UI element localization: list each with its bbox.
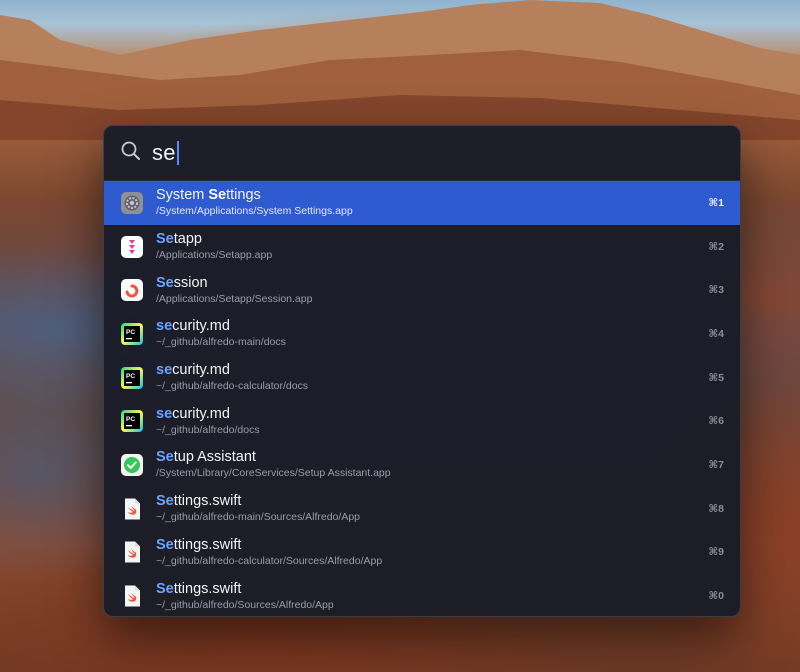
result-title-match: Se (208, 187, 227, 204)
result-path: ~/_github/alfredo-main/docs (156, 336, 286, 349)
swift-file-icon (120, 540, 144, 564)
svg-text:PC: PC (126, 329, 135, 336)
result-shortcut: ⌘0 (708, 590, 724, 603)
result-path: ~/_github/alfredo-calculator/Sources/Alf… (156, 554, 383, 567)
result-title: Settings.swift (156, 493, 360, 510)
result-title: System Settings (156, 187, 353, 204)
search-icon (120, 140, 152, 167)
result-title-rest: tapp (173, 231, 202, 248)
pycharm-icon: PC (120, 322, 144, 346)
result-title: Session (156, 275, 312, 292)
result-path: /System/Applications/System Settings.app (156, 205, 353, 218)
result-title: Settings.swift (156, 581, 334, 598)
result-row[interactable]: Settings.swift ~/_github/alfredo-calculat… (104, 531, 740, 575)
result-title-match: Se (156, 493, 174, 510)
result-title: Setapp (156, 231, 272, 248)
result-shortcut: ⌘8 (708, 502, 724, 515)
swift-file-icon (120, 497, 144, 521)
result-row[interactable]: Settings.swift ~/_github/alfredo-main/Sou… (104, 487, 740, 531)
text-caret (176, 141, 179, 165)
result-shortcut: ⌘2 (708, 240, 724, 253)
result-title-rest: ttings.swift (173, 580, 242, 597)
result-shortcut: ⌘6 (708, 415, 724, 428)
session-icon (120, 278, 144, 302)
svg-text:PC: PC (126, 416, 135, 423)
result-shortcut: ⌘9 (708, 546, 724, 559)
result-title-match: se (156, 362, 173, 379)
setup-assistant-icon (120, 453, 144, 477)
result-row[interactable]: PC security.md ~/_github/alfredo/docs ⌘6 (104, 399, 740, 443)
result-text: Setup Assistant/System/Library/CoreServi… (156, 449, 391, 480)
result-text: Setapp/Applications/Setapp.app (156, 231, 272, 262)
result-path: /Applications/Setapp.app (156, 249, 273, 262)
result-title-prefix: System (156, 187, 209, 204)
result-title-rest: ssion (173, 274, 208, 291)
result-title-match: se (156, 318, 173, 335)
result-row[interactable]: Setapp/Applications/Setapp.app ⌘2 (104, 225, 740, 269)
result-text: security.md ~/_github/alfredo-main/docs (156, 318, 286, 349)
result-row[interactable]: Session/Applications/Setapp/Session.app ⌘… (104, 268, 740, 312)
result-row[interactable]: Settings.swift ~/_github/alfredo/Sources/… (104, 574, 740, 616)
result-title-rest: curity.md (172, 405, 230, 422)
result-row[interactable]: System Settings/System/Applications/Syst… (104, 181, 740, 225)
result-path: ~/_github/alfredo/docs (156, 423, 260, 436)
result-title-rest: ttings.swift (173, 493, 242, 510)
result-shortcut: ⌘5 (708, 371, 724, 384)
result-title-match: Se (156, 274, 174, 291)
result-title: security.md (156, 406, 260, 423)
swift-file-icon (120, 584, 144, 608)
result-title-rest: ttings.swift (173, 536, 242, 553)
result-path: /System/Library/CoreServices/Setup Assis… (156, 467, 391, 480)
result-text: security.md ~/_github/alfredo-calculator/… (156, 362, 308, 393)
system-settings-icon (120, 191, 144, 215)
search-bar[interactable]: se (104, 126, 740, 181)
result-title-match: Se (156, 580, 174, 597)
result-title-match: Se (156, 231, 174, 248)
result-text: Session/Applications/Setapp/Session.app (156, 275, 312, 306)
search-input[interactable]: se (152, 140, 179, 166)
result-title-rest: curity.md (172, 362, 230, 379)
result-text: Settings.swift ~/_github/alfredo-calculat… (156, 537, 382, 568)
result-text: System Settings/System/Applications/Syst… (156, 187, 353, 218)
result-title-rest: tup Assistant (173, 449, 256, 466)
result-shortcut: ⌘1 (708, 196, 724, 209)
pycharm-icon: PC (120, 409, 144, 433)
result-title-match: Se (156, 449, 174, 466)
launcher-window: se System Settings/System/Applications/S… (103, 125, 741, 617)
result-title-match: se (156, 405, 173, 422)
result-text: Settings.swift ~/_github/alfredo/Sources/… (156, 581, 334, 612)
result-title-rest: curity.md (172, 318, 230, 335)
result-title: Settings.swift (156, 537, 382, 554)
result-path: ~/_github/alfredo-calculator/docs (156, 380, 309, 393)
results-list: System Settings/System/Applications/Syst… (104, 181, 740, 616)
result-shortcut: ⌘4 (708, 327, 724, 340)
pycharm-icon: PC (120, 366, 144, 390)
canyon-ridge-illustration (0, 0, 800, 140)
result-path: /Applications/Setapp/Session.app (156, 292, 313, 305)
setapp-icon (120, 235, 144, 259)
search-query: se (152, 140, 176, 165)
result-text: security.md ~/_github/alfredo/docs (156, 406, 260, 437)
result-title: Setup Assistant (156, 449, 391, 466)
result-text: Settings.swift ~/_github/alfredo-main/Sou… (156, 493, 360, 524)
result-shortcut: ⌘3 (708, 284, 724, 297)
result-title: security.md (156, 362, 308, 379)
result-row[interactable]: PC security.md ~/_github/alfredo-main/docs… (104, 312, 740, 356)
result-shortcut: ⌘7 (708, 458, 724, 471)
result-row[interactable]: PC security.md ~/_github/alfredo-calculato… (104, 356, 740, 400)
result-title-rest: ttings (226, 187, 261, 204)
svg-text:PC: PC (126, 373, 135, 380)
result-path: ~/_github/alfredo-main/Sources/Alfredo/A… (156, 511, 360, 524)
result-title-match: Se (156, 536, 174, 553)
result-path: ~/_github/alfredo/Sources/Alfredo/App (156, 598, 334, 611)
result-row[interactable]: Setup Assistant/System/Library/CoreServi… (104, 443, 740, 487)
result-title: security.md (156, 318, 286, 335)
